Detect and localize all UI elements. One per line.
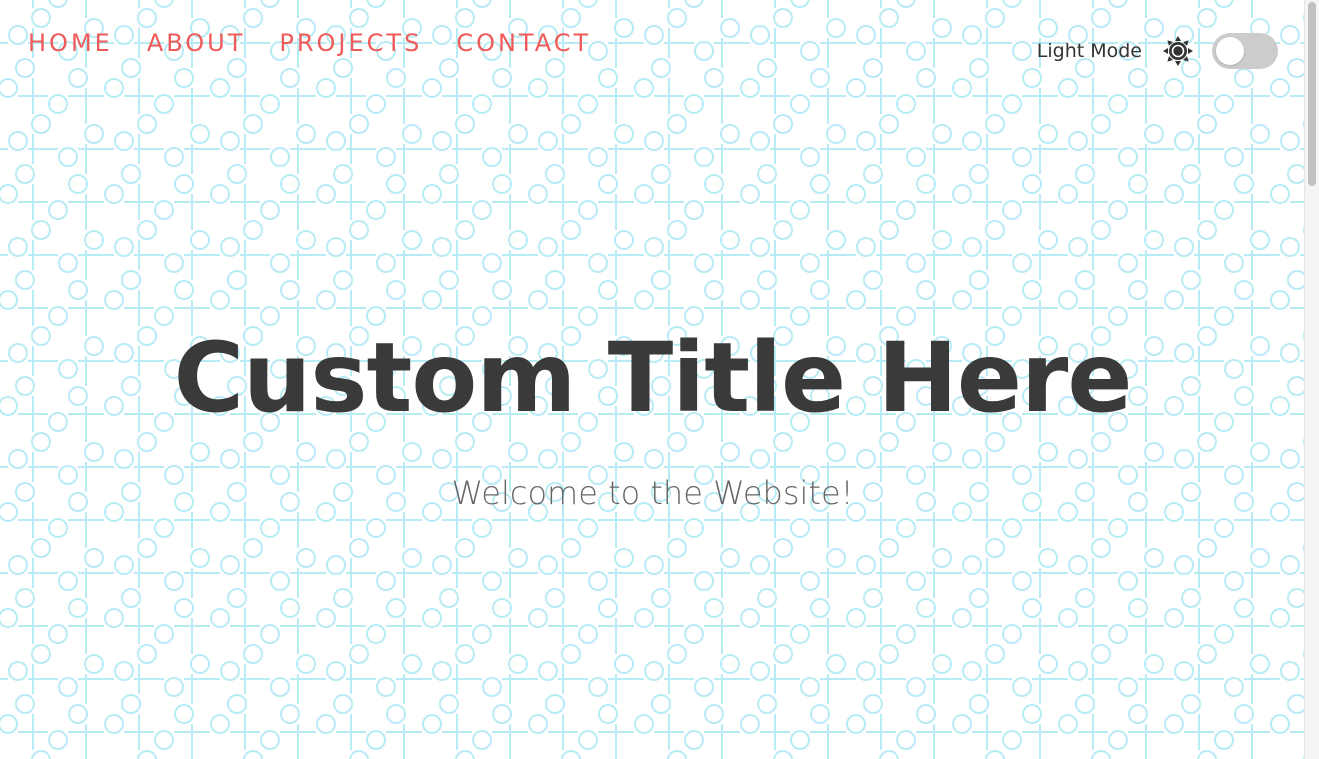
page: HOME ABOUT PROJECTS CONTACT Light Mode C…	[0, 0, 1319, 759]
main-nav: HOME ABOUT PROJECTS CONTACT	[28, 28, 625, 58]
mode-label: Light Mode	[1036, 40, 1142, 62]
nav-link-about[interactable]: ABOUT	[147, 28, 246, 58]
nav-link-contact[interactable]: CONTACT	[456, 28, 591, 58]
toggle-knob	[1216, 37, 1244, 65]
scrollbar-thumb[interactable]	[1308, 2, 1316, 186]
theme-toggle[interactable]	[1212, 33, 1278, 69]
vertical-scrollbar[interactable]	[1304, 0, 1319, 759]
hero-subtitle: Welcome to the Website!	[451, 474, 854, 512]
theme-switcher: Light Mode	[1037, 33, 1278, 69]
hero: Custom Title Here Welcome to the Website…	[0, 318, 1305, 512]
nav-link-projects[interactable]: PROJECTS	[279, 28, 422, 58]
hero-title: Custom Title Here	[173, 322, 1133, 434]
nav-link-home[interactable]: HOME	[28, 28, 113, 58]
sun-icon	[1163, 36, 1193, 66]
